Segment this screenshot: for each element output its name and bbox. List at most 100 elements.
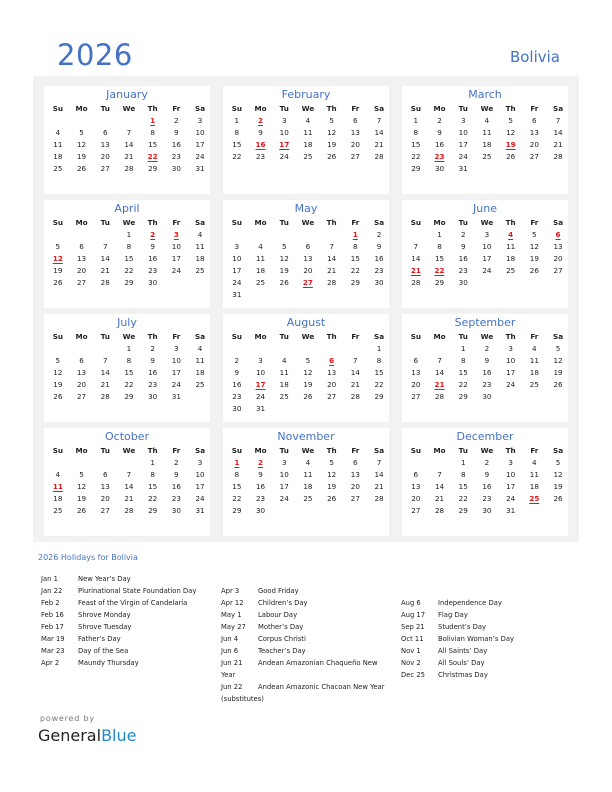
holiday-day-cell: 21 — [410, 266, 421, 275]
day-cell: 2 — [460, 230, 466, 239]
day-cell: 28 — [411, 278, 421, 287]
day-cell: 2 — [376, 230, 382, 239]
weekday-header: Fr — [172, 104, 181, 113]
weekday-header: Su — [231, 446, 242, 455]
holiday-item: Feb 16 Shrove Monday — [41, 609, 221, 621]
weekday-header: Su — [52, 332, 63, 341]
holiday-date: May 1 — [221, 611, 242, 619]
day-cell: 14 — [553, 128, 563, 137]
day-cell: 21 — [374, 482, 384, 491]
day-cell: 23 — [255, 152, 266, 161]
month-title: February — [281, 88, 331, 101]
day-cell: 5 — [555, 344, 561, 353]
weekday-header: Tu — [458, 104, 468, 113]
holiday-date: Oct 11 — [401, 635, 424, 643]
holiday-name: Flag Day — [438, 611, 468, 619]
holiday-item: Apr 2 Maundy Thursday — [41, 657, 221, 669]
weekday-header: Tu — [458, 218, 468, 227]
day-cell: 6 — [102, 470, 108, 479]
day-cell: 25 — [53, 506, 63, 515]
day-cell: 8 — [126, 356, 132, 365]
day-cell: 14 — [124, 140, 134, 149]
day-cell: 16 — [374, 254, 384, 263]
month-october: October Su Mo Tu We Th Fr Sa 1 2 3 4 5 6 7 8 9 10 11 12 13 14… — [44, 428, 210, 536]
day-cell: 27 — [553, 266, 563, 275]
brand-logo[interactable]: GeneralBlue — [38, 726, 136, 745]
day-cell: 4 — [258, 242, 263, 251]
holiday-name: Student’s Day — [438, 623, 487, 631]
holiday-date: Jun 22 — [221, 683, 243, 691]
day-cell: 16 — [482, 482, 492, 491]
holiday-item: Feb 2 Feast of the Virgin of Candelaria — [41, 597, 221, 609]
day-cell: 5 — [329, 116, 334, 125]
holiday-name: New Year’s Day — [78, 575, 131, 583]
day-cell: 27 — [100, 164, 110, 173]
holiday-item: Jun 6 Teacher’s Day — [221, 645, 401, 657]
day-cell: 19 — [327, 482, 337, 491]
day-cell: 31 — [232, 290, 242, 299]
holiday-item: Jan 22 Plurinational State Foundation Day — [41, 585, 221, 597]
holiday-item: Apr 3 Good Friday — [221, 585, 401, 597]
day-cell: 4 — [484, 116, 490, 125]
day-cell: 5 — [281, 242, 287, 251]
weekday-header: Sa — [553, 218, 564, 227]
day-cell: 7 — [353, 356, 358, 365]
day-cell: 22 — [411, 152, 421, 161]
day-cell: 5 — [79, 128, 84, 137]
day-cell: 15 — [232, 482, 242, 491]
day-cell: 17 — [458, 140, 468, 149]
holiday-date: Mar 19 — [41, 635, 65, 643]
day-cell: 15 — [148, 482, 158, 491]
day-cell: 30 — [255, 506, 266, 515]
day-cell: 9 — [234, 368, 240, 377]
month-september: September Su Mo Tu We Th Fr Sa 1 2 3 4 5 6 7 8 9 10 11 12 13… — [402, 314, 568, 422]
day-cell: 3 — [460, 116, 466, 125]
day-cell: 21 — [100, 380, 110, 389]
holiday-day-cell: 6 — [329, 356, 335, 365]
day-cell: 24 — [195, 494, 205, 503]
weekday-header: We — [122, 218, 136, 227]
holiday-name-continuation: Year — [221, 671, 236, 679]
day-cell: 12 — [327, 128, 337, 137]
holiday-item: Sep 21 Student’s Day — [401, 621, 581, 633]
weekday-header: Sa — [553, 332, 564, 341]
day-cell: 15 — [350, 254, 360, 263]
day-cell: 8 — [437, 242, 442, 251]
day-cell: 30 — [458, 278, 468, 287]
day-cell: 21 — [434, 494, 445, 503]
weekday-header: Mo — [75, 218, 88, 227]
day-cell: 6 — [353, 116, 358, 125]
day-cell: 6 — [79, 242, 84, 251]
day-cell: 26 — [279, 278, 289, 287]
weekday-header: Mo — [254, 218, 267, 227]
day-cell: 18 — [53, 494, 63, 503]
weekday-header: Tu — [279, 104, 289, 113]
day-cell: 9 — [460, 242, 466, 251]
day-cell: 26 — [76, 164, 87, 173]
holiday-day-cell: 3 — [173, 230, 179, 239]
country-title: Bolivia — [509, 48, 560, 66]
day-cell: 30 — [482, 506, 492, 515]
holiday-day-cell: 22 — [147, 152, 158, 161]
weekday-header: We — [122, 104, 136, 113]
day-cell: 30 — [482, 392, 492, 401]
day-cell: 9 — [150, 356, 155, 365]
day-cell: 20 — [350, 140, 360, 149]
day-cell: 23 — [148, 380, 158, 389]
holiday-day-cell: 2 — [258, 116, 264, 125]
day-cell: 9 — [437, 128, 442, 137]
holiday-item: Jun 22 Andean Amazonic Chacoan New Year (s… — [221, 681, 401, 705]
holiday-day-cell: 1 — [234, 458, 240, 467]
day-cell: 13 — [303, 254, 313, 263]
day-cell: 21 — [100, 266, 110, 275]
holiday-name: All Saints’ Day — [438, 647, 488, 655]
month-title: April — [114, 202, 140, 215]
day-cell: 11 — [529, 470, 539, 479]
holiday-day-cell: 27 — [302, 278, 313, 287]
month-april: April Su Mo Tu We Th Fr Sa 1 2 3 4 5 6 7 8 9 10 11 12 13 14 15… — [44, 200, 210, 308]
day-cell: 14 — [434, 368, 445, 377]
holiday-item: May 27 Mother’s Day — [221, 621, 401, 633]
month-title: October — [104, 430, 150, 443]
day-cell: 20 — [327, 380, 337, 389]
day-cell: 19 — [76, 494, 87, 503]
